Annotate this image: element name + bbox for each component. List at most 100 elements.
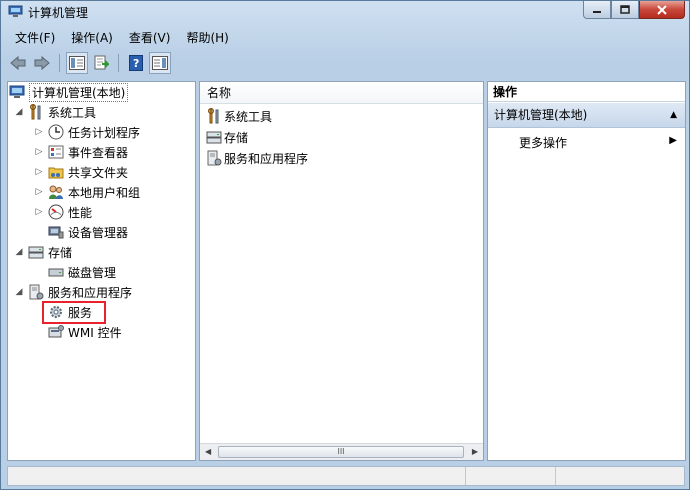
event-viewer-icon [48, 145, 64, 159]
list-item-label: 系统工具 [224, 109, 273, 124]
tree-label: 事件查看器 [68, 145, 129, 160]
tree-item-task-scheduler[interactable]: ▷ 任务计划程序 [34, 122, 140, 142]
show-hide-tree-icon [69, 56, 85, 70]
performance-icon [48, 204, 64, 220]
column-header-name[interactable]: 名称 [200, 82, 483, 104]
toolbar-separator [59, 54, 60, 72]
menu-help[interactable]: 帮助(H) [178, 29, 236, 47]
tree-label: 存储 [48, 245, 73, 260]
close-button[interactable] [639, 1, 685, 19]
horizontal-scrollbar[interactable]: ◀ III ▶ [200, 443, 483, 460]
tree-item-performance[interactable]: ▷ 性能 [34, 202, 92, 222]
disk-icon [48, 268, 64, 277]
forward-icon [34, 56, 50, 70]
tree-label: 磁盘管理 [68, 265, 117, 280]
toolbar: ? [7, 51, 685, 75]
tree-item-system-tools[interactable]: ◢ 系统工具 [14, 102, 96, 122]
computer-management-window: 计算机管理 文件(F) 操作(A) 查看(V) 帮助(H) ? 计算机管理(本地… [0, 0, 690, 490]
export-list-icon [94, 55, 109, 70]
help-button[interactable]: ? [125, 52, 147, 74]
actions-section-label: 计算机管理(本地) [494, 108, 588, 122]
actions-section-computer-management[interactable]: 计算机管理(本地) ▲ [488, 103, 685, 128]
tree-label: 共享文件夹 [68, 165, 129, 180]
show-hide-action-pane-icon [152, 56, 168, 70]
scroll-right-arrow-icon[interactable]: ▶ [472, 447, 478, 456]
window-title: 计算机管理 [28, 6, 89, 20]
storage-icon [206, 131, 222, 144]
system-tools-icon [30, 104, 41, 120]
system-tools-icon [208, 108, 219, 124]
tree-item-root[interactable]: 计算机管理(本地) [9, 82, 129, 102]
console-tree: 计算机管理(本地) ◢ 系统工具 ▷ 任务计划程序 ▷ 事件查看器 ▷ 共享文件… [7, 81, 196, 461]
export-list-button[interactable] [90, 52, 112, 74]
minimize-button[interactable] [583, 1, 611, 19]
svg-text:?: ? [133, 57, 139, 70]
collapsed-arrow-icon[interactable]: ▷ [34, 127, 44, 137]
computer-management-icon [9, 85, 25, 98]
shared-folder-icon [48, 167, 64, 179]
list-item-services-applications[interactable]: 服务和应用程序 [206, 148, 308, 168]
expanded-arrow-icon[interactable]: ◢ [14, 247, 24, 257]
collapse-up-icon[interactable]: ▲ [670, 103, 677, 128]
tree-label: 服务和应用程序 [48, 285, 133, 300]
tree-label: 本地用户和组 [68, 185, 141, 200]
more-actions-item[interactable]: 更多操作 [519, 134, 679, 152]
minimize-icon [593, 10, 601, 13]
clock-icon [48, 124, 64, 140]
back-button[interactable] [7, 52, 29, 74]
scrollbar-thumb[interactable]: III [218, 446, 464, 458]
tree-label: 设备管理器 [68, 225, 129, 240]
menu-bar: 文件(F) 操作(A) 查看(V) 帮助(H) [7, 29, 685, 47]
menu-file[interactable]: 文件(F) [7, 29, 63, 47]
maximize-icon [620, 5, 630, 14]
tree-label: 性能 [68, 205, 93, 220]
show-hide-action-pane-button[interactable] [149, 52, 171, 74]
tree-item-shared-folders[interactable]: ▷ 共享文件夹 [34, 162, 128, 182]
show-hide-tree-button[interactable] [66, 52, 88, 74]
tree-item-disk-management[interactable]: 磁盘管理 [44, 262, 116, 282]
users-icon [49, 185, 63, 199]
list-item-label: 存储 [224, 130, 249, 145]
menu-view[interactable]: 查看(V) [121, 29, 179, 47]
status-bar [7, 466, 685, 486]
results-list: 名称 系统工具 存储 服务和应用程序 ◀ III ▶ [199, 81, 484, 461]
tree-label: 系统工具 [48, 105, 97, 120]
list-item-label: 服务和应用程序 [224, 151, 309, 166]
collapsed-arrow-icon[interactable]: ▷ [34, 187, 44, 197]
title-bar[interactable]: 计算机管理 [1, 1, 689, 23]
tree-label: 计算机管理(本地) [29, 82, 129, 102]
collapsed-arrow-icon[interactable]: ▷ [34, 207, 44, 217]
services-applications-icon [207, 150, 222, 166]
actions-header: 操作 [488, 82, 685, 102]
storage-icon [28, 246, 44, 259]
device-manager-icon [48, 226, 64, 239]
expanded-arrow-icon[interactable]: ◢ [14, 107, 24, 117]
tree-label: 任务计划程序 [68, 125, 141, 140]
tree-item-device-manager[interactable]: 设备管理器 [44, 222, 128, 242]
tree-item-event-viewer[interactable]: ▷ 事件查看器 [34, 142, 128, 162]
status-bar-divider [555, 467, 556, 485]
services-applications-icon [29, 284, 44, 300]
scroll-left-arrow-icon[interactable]: ◀ [205, 447, 211, 456]
menu-action[interactable]: 操作(A) [63, 29, 121, 47]
expanded-arrow-icon[interactable]: ◢ [14, 287, 24, 297]
tree-item-local-users-groups[interactable]: ▷ 本地用户和组 [34, 182, 140, 202]
tree-item-storage[interactable]: ◢ 存储 [14, 242, 72, 262]
maximize-button[interactable] [611, 1, 639, 19]
scrollbar-grip: III [337, 447, 345, 456]
help-icon: ? [129, 55, 143, 71]
services-highlight-box [42, 301, 106, 324]
collapsed-arrow-icon[interactable]: ▷ [34, 167, 44, 177]
submenu-arrow-icon[interactable]: ▶ [669, 135, 677, 146]
collapsed-arrow-icon[interactable]: ▷ [34, 147, 44, 157]
list-item-storage[interactable]: 存储 [206, 127, 248, 147]
computer-management-icon [8, 5, 23, 17]
actions-pane: 操作 计算机管理(本地) ▲ 更多操作 ▶ [487, 81, 686, 461]
forward-button[interactable] [31, 52, 53, 74]
tree-item-services-applications[interactable]: ◢ 服务和应用程序 [14, 282, 132, 302]
tree-item-wmi-control[interactable]: WMI 控件 [44, 322, 122, 342]
close-icon [657, 4, 667, 15]
tree-label: WMI 控件 [68, 325, 122, 340]
list-item-system-tools[interactable]: 系统工具 [206, 106, 272, 126]
status-bar-divider [465, 467, 466, 485]
